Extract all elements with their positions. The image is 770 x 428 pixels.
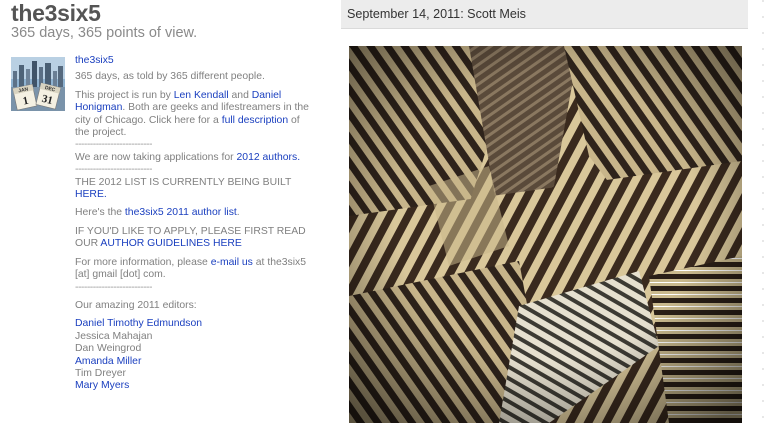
author-list-link[interactable]: the3six5 2011 author list (125, 207, 237, 218)
list-building-text: THE 2012 LIST IS CURRENTLY BEING BUILT HE… (75, 176, 292, 201)
applications-text: We are now taking applications for 2012 … (75, 151, 301, 163)
post-photo[interactable] (349, 46, 742, 423)
site-title[interactable]: the3six5 (11, 0, 101, 26)
editor-item[interactable]: Daniel Timothy Edmundson (75, 318, 315, 330)
post-title[interactable]: September 14, 2011: Scott Meis (347, 7, 526, 21)
project-description: This project is run by Len Kendall and D… (75, 89, 309, 139)
sidebar-blog-name[interactable]: the3six5 (75, 55, 315, 67)
len-kendall-link[interactable]: Len Kendall (174, 90, 229, 101)
author-guidelines-link[interactable]: AUTHOR GUIDELINES HERE (100, 238, 241, 249)
divider: -------------------------- (75, 164, 152, 176)
editors-list: Daniel Timothy Edmundson Jessica Mahajan D… (75, 318, 315, 392)
divider: -------------------------- (75, 139, 152, 151)
editor-item: Dan Weingrod (75, 343, 142, 355)
sidebar-intro: 365 days, as told by 365 different peopl… (75, 71, 265, 83)
editor-item: Tim Dreyer (75, 367, 126, 379)
scrollbar-edge[interactable] (757, 0, 770, 423)
neckties-photo (349, 46, 742, 423)
editors-heading: Our amazing 2011 editors: (75, 299, 197, 311)
post-header: September 14, 2011: Scott Meis (341, 0, 748, 29)
editor-item[interactable]: Amanda Miller (75, 356, 315, 368)
2012-authors-link[interactable]: 2012 authors. (237, 152, 301, 163)
contact-info: For more information, please e-mail us a… (75, 256, 307, 281)
avatar[interactable]: JAN 1 DEC 31 (11, 57, 65, 111)
editor-item[interactable]: Mary Myers (75, 380, 315, 392)
full-description-link[interactable]: full description (222, 115, 288, 126)
author-list-text: Here's the the3six5 2011 author list. (75, 207, 240, 219)
editor-item: Jessica Mahajan (75, 330, 153, 342)
calendar-skyline-image: JAN 1 DEC 31 (11, 57, 65, 111)
email-us-link[interactable]: e-mail us (211, 257, 253, 268)
sidebar: the3six5 365 days, as told by 365 differ… (75, 55, 315, 393)
site-tagline: 365 days, 365 points of view. (11, 25, 198, 41)
divider: -------------------------- (75, 281, 152, 293)
guidelines-text: IF YOU'D LIKE TO APPLY, PLEASE FIRST REA… (75, 225, 306, 250)
list-here-link[interactable]: HERE. (75, 189, 107, 200)
